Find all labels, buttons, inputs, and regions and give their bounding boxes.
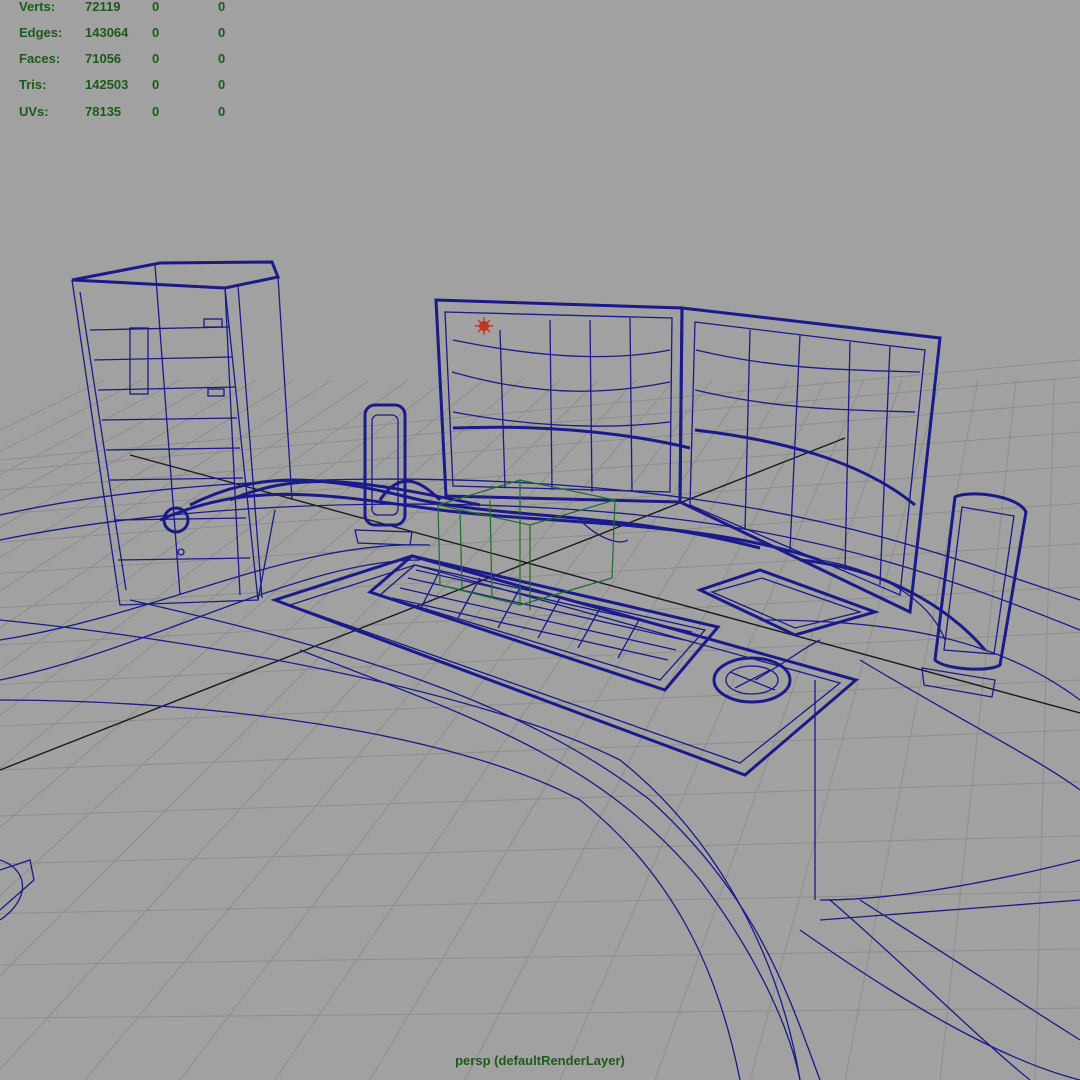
camera-label: persp (defaultRenderLayer) <box>455 1053 625 1068</box>
keyboard-tray-wireframe[interactable] <box>270 554 860 777</box>
hud-value: 0 <box>152 77 160 92</box>
grid-line <box>0 359 1080 461</box>
hud-value: 72119 <box>85 0 121 14</box>
hud-value: 71056 <box>85 51 122 66</box>
grid-line <box>0 431 1080 515</box>
hud-value: 0 <box>218 104 226 119</box>
grid-line <box>0 679 1080 727</box>
grid-line <box>0 891 1080 915</box>
grid-line <box>0 379 219 501</box>
cables-wireframe[interactable] <box>159 478 987 681</box>
hud-label: Edges: <box>19 25 63 40</box>
grid-line <box>0 729 1080 771</box>
pc-tower-wireframe[interactable] <box>71 260 293 606</box>
hud-label: Faces: <box>19 51 61 66</box>
grid-line <box>0 379 637 1070</box>
hud-value: 78135 <box>85 104 122 119</box>
grid-line <box>0 379 371 629</box>
grid-line <box>0 835 1080 865</box>
hud-label: UVs: <box>19 104 49 119</box>
hud-value: 0 <box>218 25 226 40</box>
hud-value: 0 <box>218 51 226 66</box>
hud-value: 0 <box>152 51 160 66</box>
grid-line <box>0 379 599 977</box>
hud-value: 142503 <box>85 77 129 92</box>
viewport-persp[interactable]: Verts: 72119 0 0 Edges: 143064 0 0 Faces… <box>0 0 1080 1080</box>
speaker-right-wireframe[interactable] <box>921 492 1028 698</box>
grid-line <box>0 948 1080 966</box>
ground-grid <box>0 359 1080 1080</box>
grid-line <box>0 379 105 431</box>
hud-value: 143064 <box>85 25 129 40</box>
desk-wireframe[interactable] <box>0 478 1080 1080</box>
scene-canvas[interactable] <box>0 0 1080 1080</box>
grid-line <box>0 379 523 828</box>
keyboard-wireframe[interactable] <box>367 554 721 692</box>
grid-line <box>0 1007 1080 1019</box>
mouse-wireframe[interactable] <box>712 656 792 704</box>
point-light-icon[interactable] <box>475 317 493 335</box>
grid-line <box>0 781 1080 817</box>
hud-value: 0 <box>218 0 226 14</box>
grid-line <box>1034 379 1055 1080</box>
hud-value: 0 <box>152 25 160 40</box>
hud-value: 0 <box>152 104 160 119</box>
hud-label: Tris: <box>19 77 47 92</box>
hud-value: 0 <box>218 77 226 92</box>
hud-value: 0 <box>152 0 160 14</box>
hud-label: Verts: <box>19 0 56 14</box>
